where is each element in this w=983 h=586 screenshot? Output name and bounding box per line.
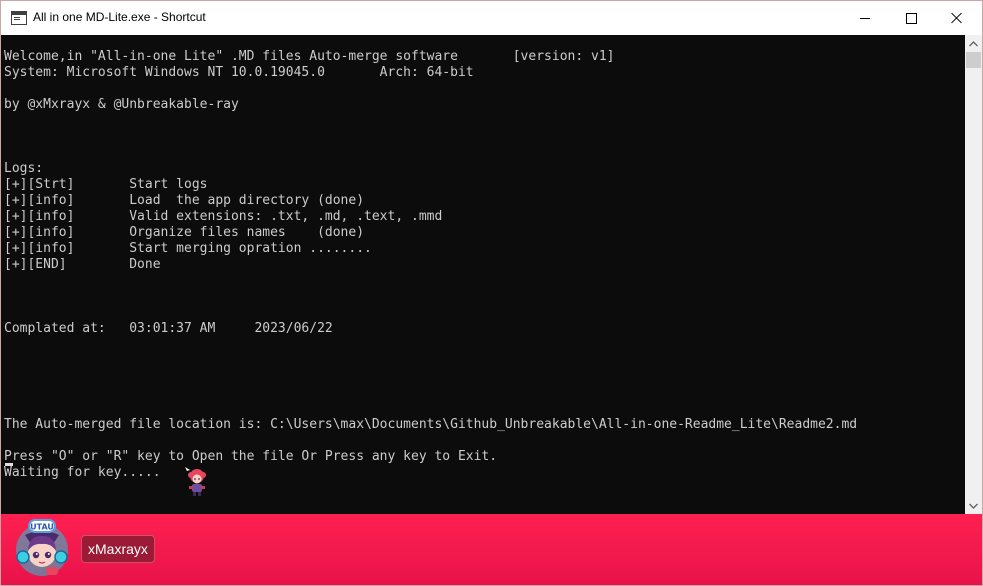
console-line: Complated at: 03:01:37 AM 2023/06/22 [4,321,333,336]
vertical-scrollbar[interactable] [965,35,982,514]
scroll-down-button[interactable] [965,497,982,514]
console-line: Waiting for key..... [4,465,161,480]
console-line: Welcome,in "All-in-one Lite" .MD files A… [4,49,615,64]
window-title: All in one MD-Lite.exe - Shortcut [33,10,206,24]
minimize-icon [860,17,870,19]
console-window-icon [11,11,27,25]
maximize-button[interactable] [888,1,934,35]
close-icon [951,12,963,24]
username-badge[interactable]: xMaxrayx [81,535,155,563]
console-output-area[interactable]: Welcome,in "All-in-one Lite" .MD files A… [1,35,965,514]
chibi-character-sprite [185,467,206,496]
console-window: All in one MD-Lite.exe - Shortcut Welcom… [0,0,983,586]
svg-text:UTAU: UTAU [30,523,54,532]
chevron-up-icon [969,40,978,46]
console-text: Welcome,in "All-in-one Lite" .MD files A… [4,49,857,481]
title-bar[interactable]: All in one MD-Lite.exe - Shortcut [1,1,982,35]
chevron-down-icon [969,503,978,509]
console-line: by @xMxrayx & @Unbreakable-ray [4,97,239,112]
maximize-icon [905,12,917,24]
minimize-button[interactable] [842,1,888,35]
console-line: Press "O" or "R" key to Open the file Or… [4,449,498,464]
console-line: [+][Strt] Start logs [4,177,208,192]
username-label: xMaxrayx [88,541,148,557]
console-line: [+][END] Done [4,257,161,272]
scroll-up-button[interactable] [965,35,982,52]
console-line: The Auto-merged file location is: C:\Use… [4,417,858,432]
console-line: System: Microsoft Windows NT 10.0.19045.… [4,65,474,80]
utau-avatar-icon[interactable]: UTAU [11,517,73,579]
text-cursor [5,463,13,466]
console-line: [+][info] Valid extensions: .txt, .md, .… [4,209,443,224]
console-line: [+][info] Organize files names (done) [4,225,365,240]
console-line: Logs: [4,161,44,176]
scroll-thumb[interactable] [966,52,981,68]
console-line: [+][info] Load the app directory (done) [4,193,365,208]
console-line: [+][info] Start merging opration .......… [4,241,372,256]
close-button[interactable] [934,1,980,35]
user-banner: UTAU xMaxrayx [1,514,982,585]
